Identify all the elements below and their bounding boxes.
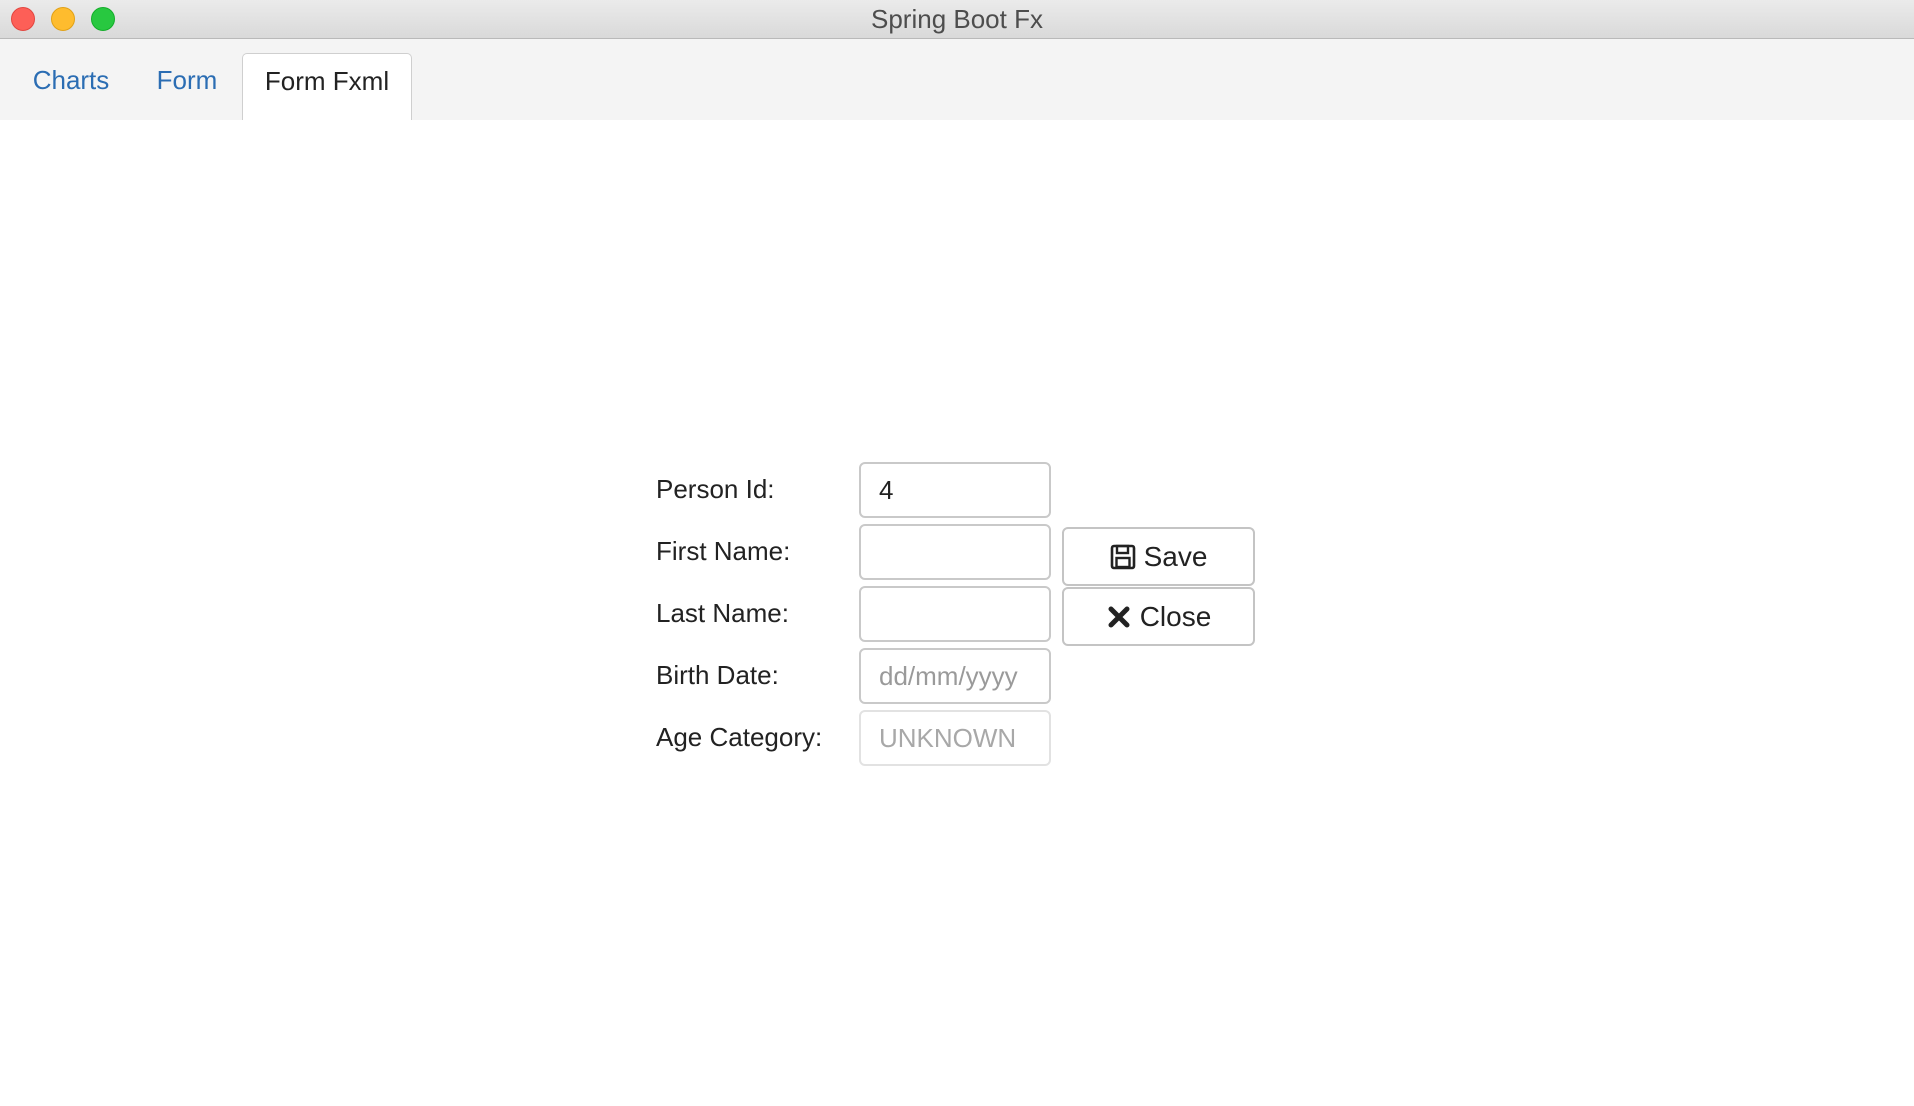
age-category-field: UNKNOWN: [859, 710, 1051, 766]
tab-form[interactable]: Form: [130, 53, 244, 120]
close-button[interactable]: Close: [1062, 587, 1255, 646]
last-name-label: Last Name:: [656, 598, 789, 628]
birth-date-field[interactable]: dd/mm/yyyy: [859, 648, 1051, 704]
birth-date-label: Birth Date:: [656, 660, 779, 690]
close-button-label: Close: [1139, 600, 1212, 632]
tab-form-fxml[interactable]: Form Fxml: [242, 53, 412, 121]
app-window: Spring Boot Fx Charts Form Form Fxml Per…: [0, 0, 1914, 1106]
first-name-label: First Name:: [656, 536, 791, 566]
title-bar[interactable]: Spring Boot Fx: [0, 0, 1914, 39]
last-name-field[interactable]: [859, 586, 1051, 642]
tab-bar: Charts Form Form Fxml: [0, 39, 1914, 121]
person-id-label: Person Id:: [656, 474, 775, 504]
tab-charts[interactable]: Charts: [14, 53, 128, 120]
age-category-label: Age Category:: [656, 722, 823, 752]
form-panel: Person Id: 4 First Name: Last Name: Birt…: [0, 120, 1914, 1106]
window-title: Spring Boot Fx: [871, 4, 1043, 34]
save-button[interactable]: Save: [1062, 527, 1255, 586]
person-id-field[interactable]: 4: [859, 462, 1051, 518]
save-button-label: Save: [1143, 540, 1208, 572]
first-name-field[interactable]: [859, 524, 1051, 580]
x-icon: [1108, 606, 1130, 627]
floppy-disk-icon: [1110, 544, 1135, 569]
